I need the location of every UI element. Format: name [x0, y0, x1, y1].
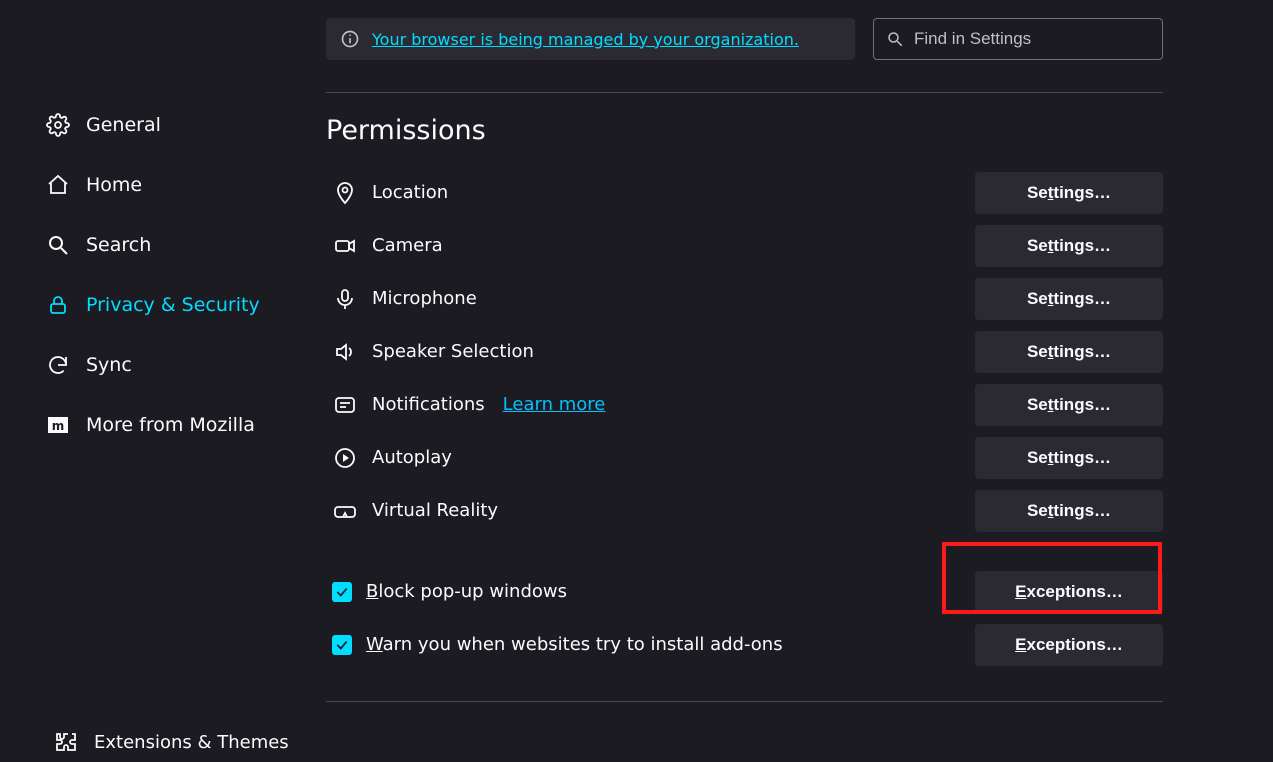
sidebar-item-more-mozilla[interactable]: m More from Mozilla: [45, 395, 310, 455]
vr-icon: [332, 498, 358, 524]
sidebar-item-search[interactable]: Search: [45, 215, 310, 275]
perm-row-camera: Camera Settings…: [326, 219, 1163, 272]
check-row-popup: Block pop-up windows Exceptions…: [326, 565, 1163, 618]
info-icon: [340, 29, 360, 49]
settings-button-microphone[interactable]: Settings…: [975, 278, 1163, 320]
sync-icon: [45, 352, 71, 378]
settings-button-notifications[interactable]: Settings…: [975, 384, 1163, 426]
sidebar-item-sync[interactable]: Sync: [45, 335, 310, 395]
settings-button-vr[interactable]: Settings…: [975, 490, 1163, 532]
settings-button-camera[interactable]: Settings…: [975, 225, 1163, 267]
checkbox-warn-addons[interactable]: [332, 635, 352, 655]
managed-link[interactable]: Your browser is being managed by your or…: [372, 30, 799, 49]
sidebar-item-label: Home: [86, 174, 142, 196]
perm-label: Camera: [372, 235, 443, 256]
sidebar-footer-label: Extensions & Themes: [94, 732, 289, 753]
svg-text:m: m: [52, 419, 65, 433]
perm-label: Notifications: [372, 394, 485, 415]
divider: [326, 92, 1163, 93]
exceptions-button-popup[interactable]: Exceptions…: [975, 571, 1163, 613]
gear-icon: [45, 112, 71, 138]
section-title-permissions: Permissions: [326, 115, 1163, 146]
perm-label: Speaker Selection: [372, 341, 534, 362]
home-icon: [45, 172, 71, 198]
settings-button-location[interactable]: Settings…: [975, 172, 1163, 214]
mozilla-icon: m: [45, 412, 71, 438]
location-icon: [332, 180, 358, 206]
check-label: Warn you when websites try to install ad…: [366, 634, 783, 655]
perm-label: Location: [372, 182, 448, 203]
sidebar-item-privacy-security[interactable]: Privacy & Security: [45, 275, 310, 335]
settings-button-autoplay[interactable]: Settings…: [975, 437, 1163, 479]
sidebar-item-label: General: [86, 114, 161, 136]
microphone-icon: [332, 286, 358, 312]
perm-row-notifications: Notifications Learn more Settings…: [326, 378, 1163, 431]
puzzle-icon: [53, 729, 79, 755]
perm-label: Virtual Reality: [372, 500, 498, 521]
exceptions-button-addons[interactable]: Exceptions…: [975, 624, 1163, 666]
sidebar-item-label: Sync: [86, 354, 132, 376]
camera-icon: [332, 233, 358, 259]
top-bar: Your browser is being managed by your or…: [326, 18, 1163, 60]
search-icon: [45, 232, 71, 258]
sidebar-item-label: Search: [86, 234, 151, 256]
autoplay-icon: [332, 445, 358, 471]
perm-row-microphone: Microphone Settings…: [326, 272, 1163, 325]
perm-row-location: Location Settings…: [326, 166, 1163, 219]
settings-button-speaker[interactable]: Settings…: [975, 331, 1163, 373]
perm-row-vr: Virtual Reality Settings…: [326, 484, 1163, 537]
perm-label: Autoplay: [372, 447, 452, 468]
perm-row-speaker: Speaker Selection Settings…: [326, 325, 1163, 378]
managed-banner: Your browser is being managed by your or…: [326, 18, 855, 60]
check-label: Block pop-up windows: [366, 581, 567, 602]
main-panel: Your browser is being managed by your or…: [310, 0, 1273, 762]
sidebar-item-label: Privacy & Security: [86, 294, 260, 316]
sidebar-item-general[interactable]: General: [45, 95, 310, 155]
search-input[interactable]: [914, 29, 1150, 49]
speaker-icon: [332, 339, 358, 365]
search-icon: [886, 30, 904, 48]
notifications-icon: [332, 392, 358, 418]
checkbox-block-popups[interactable]: [332, 582, 352, 602]
sidebar: General Home Search Privacy & Security S…: [0, 0, 310, 762]
sidebar-item-label: More from Mozilla: [86, 414, 255, 436]
perm-row-autoplay: Autoplay Settings…: [326, 431, 1163, 484]
sidebar-item-home[interactable]: Home: [45, 155, 310, 215]
check-row-addons: Warn you when websites try to install ad…: [326, 618, 1163, 671]
learn-more-link[interactable]: Learn more: [503, 394, 606, 415]
search-settings[interactable]: [873, 18, 1163, 60]
perm-label: Microphone: [372, 288, 477, 309]
lock-icon: [45, 292, 71, 318]
divider: [326, 701, 1163, 702]
sidebar-extensions-themes[interactable]: Extensions & Themes: [45, 722, 310, 762]
